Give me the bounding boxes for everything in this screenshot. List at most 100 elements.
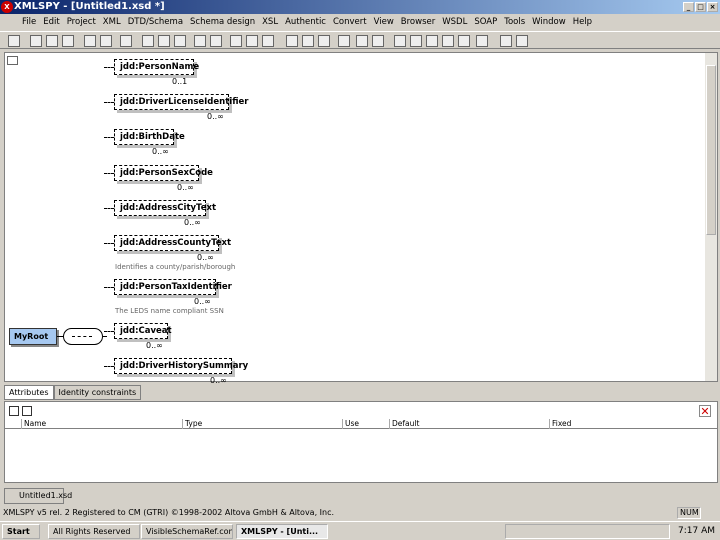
column-default[interactable]: Default	[389, 419, 419, 429]
connector	[104, 287, 114, 288]
append-attribute-icon[interactable]	[9, 406, 19, 416]
toolbar-icon[interactable]	[394, 35, 406, 47]
toolbar-icon[interactable]	[458, 35, 470, 47]
schema-element[interactable]: jdd:DriverLicenseIdentifier	[114, 94, 248, 110]
toolbar-icon[interactable]	[230, 35, 242, 47]
start-button[interactable]: Start	[2, 524, 40, 539]
cardinality: 0..∞	[197, 253, 214, 262]
minimize-button[interactable]: _	[683, 2, 694, 12]
toolbar-icon[interactable]	[174, 35, 186, 47]
menu-soap[interactable]: SOAP	[474, 17, 497, 27]
connector	[104, 173, 114, 174]
status-text: XMLSPY v5 rel. 2 Registered to CM (GTRI)…	[3, 508, 335, 517]
connector	[104, 243, 114, 244]
document-tab[interactable]: Untitled1.xsd	[4, 488, 72, 504]
tab-identity-constraints[interactable]: Identity constraints	[53, 385, 142, 400]
xmlspy-logo-icon: X	[1, 1, 13, 13]
column-use[interactable]: Use	[342, 419, 359, 429]
tab-attributes[interactable]: Attributes	[4, 385, 54, 400]
close-button[interactable]: ×	[707, 2, 718, 12]
menu-wsdl[interactable]: WSDL	[442, 17, 467, 27]
toolbar-icon[interactable]	[142, 35, 154, 47]
schema-element[interactable]: jdd:BirthDate	[114, 129, 185, 145]
title-bar: X XMLSPY - [Untitled1.xsd *] _ □ ×	[0, 0, 720, 14]
toolbar-icon[interactable]	[356, 35, 368, 47]
vertical-scrollbar[interactable]	[705, 53, 717, 381]
toolbar-icon[interactable]	[100, 35, 112, 47]
content-model-icon[interactable]	[7, 56, 18, 65]
window-title: XMLSPY - [Untitled1.xsd *]	[14, 1, 165, 12]
toolbar-icon[interactable]	[338, 35, 350, 47]
toolbar-icon[interactable]	[46, 35, 58, 47]
connector	[104, 208, 114, 209]
cardinality: 0..∞	[194, 297, 211, 306]
menu-xsl[interactable]: XSL	[262, 17, 278, 27]
schema-element[interactable]: jdd:AddressCityText	[114, 200, 216, 216]
taskbar: Start All Rights Reserved VisibleSchemaR…	[0, 521, 720, 540]
menu-browser[interactable]: Browser	[401, 17, 435, 27]
toolbar-icon[interactable]	[476, 35, 488, 47]
taskbar-item[interactable]: VisibleSchemaRef.com	[141, 524, 233, 539]
column-type[interactable]: Type	[182, 419, 202, 429]
toolbar-icon[interactable]	[426, 35, 438, 47]
schema-diagram: MyRoot jdd:PersonName 0..1 jdd:DriverLicen…	[4, 52, 718, 385]
toolbar-icon[interactable]	[442, 35, 454, 47]
toolbar-icon[interactable]	[500, 35, 512, 47]
menu-edit[interactable]: Edit	[43, 17, 59, 27]
menu-schema-design[interactable]: Schema design	[190, 17, 255, 27]
toolbar-icon[interactable]	[120, 35, 132, 47]
cardinality: 0..∞	[152, 147, 169, 156]
connector	[104, 67, 114, 68]
schema-element[interactable]: jdd:AddressCountyText	[114, 235, 231, 251]
clock: 7:17 AM	[678, 526, 715, 536]
taskbar-item-active[interactable]: XMLSPY - [Unti...	[236, 524, 328, 539]
system-tray	[505, 524, 670, 539]
menu-tools[interactable]: Tools	[504, 17, 525, 27]
toolbar-icon[interactable]	[62, 35, 74, 47]
taskbar-item[interactable]: All Rights Reserved	[48, 524, 140, 539]
cardinality: 0..∞	[184, 218, 201, 227]
column-name[interactable]: Name	[21, 419, 46, 429]
toolbar-icon[interactable]	[372, 35, 384, 47]
menu-help[interactable]: Help	[573, 17, 592, 27]
toolbar-icon[interactable]	[286, 35, 298, 47]
toolbar-icon[interactable]	[262, 35, 274, 47]
schema-element[interactable]: jdd:PersonName	[114, 59, 199, 75]
connector	[104, 137, 114, 138]
toolbar-icon[interactable]	[318, 35, 330, 47]
sequence-compositor[interactable]	[63, 328, 103, 345]
toolbar-icon[interactable]	[8, 35, 20, 47]
toolbar-icon[interactable]	[158, 35, 170, 47]
toolbar-icon[interactable]	[302, 35, 314, 47]
toolbar-icon[interactable]	[210, 35, 222, 47]
menu-convert[interactable]: Convert	[333, 17, 367, 27]
menu-project[interactable]: Project	[67, 17, 96, 27]
menu-dtd-schema[interactable]: DTD/Schema	[128, 17, 183, 27]
root-element[interactable]: MyRoot	[9, 328, 57, 345]
menu-xml[interactable]: XML	[103, 17, 121, 27]
menu-file[interactable]: File	[22, 17, 36, 27]
column-fixed[interactable]: Fixed	[549, 419, 571, 429]
schema-element[interactable]: jdd:PersonTaxIdentifier	[114, 279, 232, 295]
scrollbar-thumb[interactable]	[706, 65, 716, 235]
connector	[104, 366, 114, 367]
status-bar: XMLSPY v5 rel. 2 Registered to CM (GTRI)…	[0, 506, 720, 520]
toolbar-icon[interactable]	[84, 35, 96, 47]
toolbar-icon[interactable]	[246, 35, 258, 47]
cardinality: 0..∞	[177, 183, 194, 192]
annotation: Identifies a county/parish/borough	[115, 263, 236, 271]
schema-element[interactable]: jdd:DriverHistorySummary	[114, 358, 248, 374]
toolbar-icon[interactable]	[30, 35, 42, 47]
toolbar-icon[interactable]	[410, 35, 422, 47]
delete-attribute-icon[interactable]: ✕	[699, 405, 711, 417]
menu-view[interactable]: View	[374, 17, 394, 27]
schema-element[interactable]: jdd:Caveat	[114, 323, 172, 339]
menu-authentic[interactable]: Authentic	[285, 17, 326, 27]
toolbar-icon[interactable]	[194, 35, 206, 47]
maximize-button[interactable]: □	[695, 2, 706, 12]
insert-attribute-icon[interactable]	[22, 406, 32, 416]
toolbar-icon[interactable]	[516, 35, 528, 47]
menu-window[interactable]: Window	[532, 17, 566, 27]
detail-tabs: Attributes Identity constraints	[4, 385, 142, 401]
schema-element[interactable]: jdd:PersonSexCode	[114, 165, 213, 181]
